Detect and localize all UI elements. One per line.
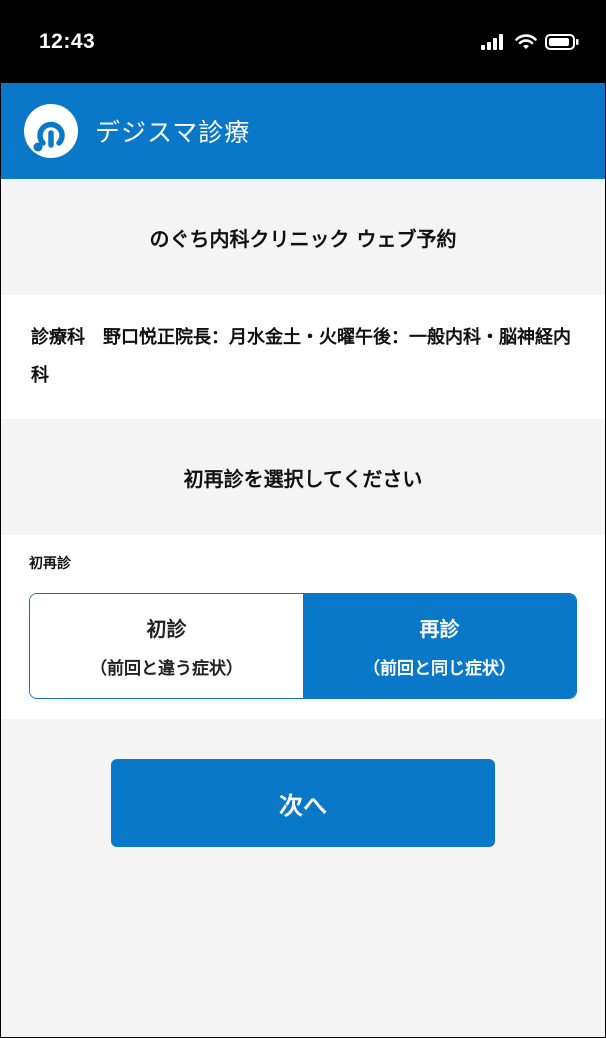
visit-type-label: 初再診 bbox=[29, 556, 71, 572]
first-visit-option[interactable]: 初診 （前回と違う症状） bbox=[30, 594, 303, 698]
wifi-icon bbox=[515, 34, 537, 49]
clinic-title: のぐち内科クリニック ウェブ予約 bbox=[149, 226, 457, 251]
status-bar: 12:43 bbox=[1, 1, 605, 83]
first-visit-sublabel: （前回と違う症状） bbox=[90, 659, 243, 679]
return-visit-sublabel: （前回と同じ症状） bbox=[363, 659, 516, 679]
visit-type-prompt: 初再診を選択してください bbox=[183, 466, 423, 491]
phone-screen: 12:43 デジスマ診療 のぐち内科クリニック ウェブ予約 診療科 野口悦正院長… bbox=[0, 0, 606, 1038]
battery-icon bbox=[545, 34, 579, 50]
system-icons bbox=[481, 34, 579, 50]
visit-type-segmented-control: 初診 （前回と違う症状） 再診 （前回と同じ症状） bbox=[29, 593, 577, 699]
app-title: デジスマ診療 bbox=[95, 118, 251, 147]
status-time: 12:43 bbox=[39, 30, 96, 53]
first-visit-label: 初診 bbox=[146, 617, 187, 641]
stethoscope-logo-icon bbox=[24, 104, 78, 158]
department-info: 診療科 野口悦正院長：月水金土・火曜午後：一般内科・脳神経内科 bbox=[1, 295, 605, 419]
next-button-wrapper: 次へ bbox=[1, 759, 605, 847]
next-button[interactable]: 次へ bbox=[111, 759, 495, 847]
signal-icon bbox=[481, 34, 503, 50]
return-visit-label: 再診 bbox=[419, 617, 460, 641]
app-header: デジスマ診療 bbox=[1, 83, 605, 179]
return-visit-option[interactable]: 再診 （前回と同じ症状） bbox=[303, 594, 576, 698]
visit-type-panel: 初再診 初診 （前回と違う症状） 再診 （前回と同じ症状） bbox=[1, 535, 605, 719]
